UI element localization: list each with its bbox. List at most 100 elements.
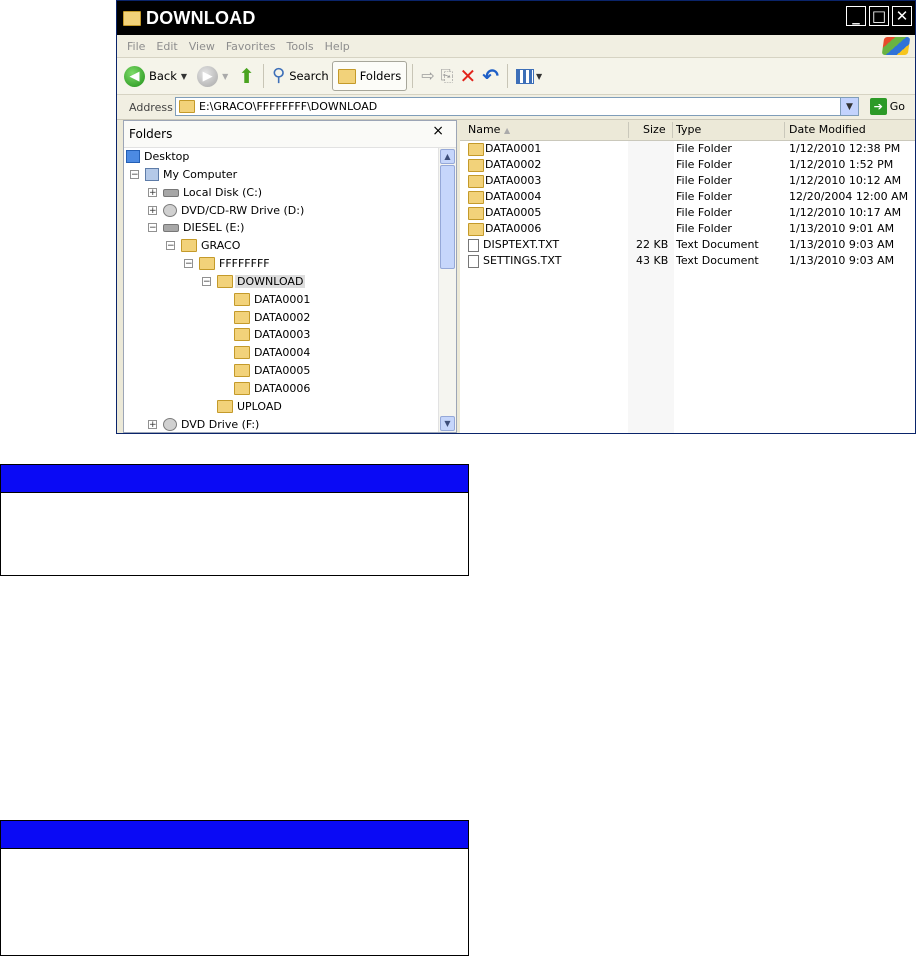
tree-item-my-computer[interactable]: − My Computer — [130, 166, 237, 183]
folder-icon — [123, 10, 141, 26]
maximize-button[interactable]: □ — [869, 6, 889, 26]
scroll-up-icon[interactable]: ▲ — [440, 149, 455, 164]
go-button[interactable]: ➔ Go — [869, 98, 905, 115]
tree-item-upload[interactable]: UPLOAD — [217, 398, 282, 415]
undo-icon: ↶ — [482, 64, 499, 88]
menu-edit[interactable]: Edit — [156, 40, 177, 53]
file-row[interactable]: DATA0004 File Folder 12/20/2004 12:00 AM — [460, 189, 915, 205]
undo-button[interactable]: ↶ — [479, 62, 502, 90]
tree-item-ffffffff[interactable]: − FFFFFFFF — [184, 255, 270, 272]
notice-box-1 — [0, 464, 469, 576]
tree-item-local-disk[interactable]: + Local Disk (C:) — [148, 184, 262, 201]
tree-item-data0004[interactable]: DATA0004 — [234, 344, 310, 361]
file-row[interactable]: SETTINGS.TXT 43 KB Text Document 1/13/20… — [460, 253, 915, 269]
tree-item-data0001[interactable]: DATA0001 — [234, 291, 310, 308]
copy-to-icon: ⎘ — [440, 66, 454, 85]
tree-item-graco[interactable]: − GRACO — [166, 237, 240, 254]
folder-icon — [468, 222, 484, 236]
search-label: Search — [289, 69, 329, 83]
folder-icon — [468, 174, 484, 188]
column-divider[interactable] — [672, 122, 673, 138]
chevron-down-icon[interactable]: ▼ — [222, 72, 228, 81]
tree-item-data0003[interactable]: DATA0003 — [234, 326, 310, 343]
tree-item-label: DVD Drive (F:) — [181, 418, 260, 431]
file-row[interactable]: DATA0005 File Folder 1/12/2010 10:17 AM — [460, 205, 915, 221]
collapse-icon[interactable]: − — [130, 170, 139, 180]
column-type[interactable]: Type — [676, 123, 701, 136]
folder-icon — [337, 68, 356, 84]
up-folder-button[interactable]: ⬆ — [235, 62, 258, 90]
column-date-modified[interactable]: Date Modified — [789, 123, 866, 136]
column-name[interactable]: Name ▲ — [468, 123, 510, 136]
expand-icon[interactable]: + — [148, 188, 157, 198]
address-field[interactable]: E:\GRACO\FFFFFFFF\DOWNLOAD ▼ — [175, 97, 859, 116]
collapse-icon[interactable]: − — [166, 241, 175, 251]
collapse-icon[interactable]: − — [202, 277, 211, 287]
file-row[interactable]: DATA0001 File Folder 1/12/2010 12:38 PM — [460, 141, 915, 157]
close-button[interactable]: ✕ — [892, 6, 912, 26]
expand-icon[interactable]: + — [148, 206, 157, 216]
tree-item-label: DATA0005 — [254, 364, 311, 377]
column-size[interactable]: Size — [643, 123, 666, 136]
close-icon[interactable]: × — [432, 123, 444, 139]
folder-icon — [179, 100, 195, 113]
tree-item-label: GRACO — [201, 239, 241, 252]
file-row[interactable]: DATA0006 File Folder 1/13/2010 9:01 AM — [460, 221, 915, 237]
folders-button[interactable]: Folders — [331, 61, 408, 91]
folders-scrollbar[interactable]: ▲ ▼ — [438, 148, 456, 432]
notice-box-2 — [0, 820, 469, 956]
expand-icon[interactable]: + — [148, 420, 157, 430]
tree-item-data0006[interactable]: DATA0006 — [234, 380, 310, 397]
go-arrow-icon: ➔ — [869, 98, 887, 115]
scroll-down-icon[interactable]: ▼ — [440, 416, 455, 431]
hard-drive-icon — [163, 188, 179, 197]
views-button[interactable]: ▼ — [513, 62, 549, 90]
tree-item-desktop[interactable]: Desktop — [126, 148, 189, 165]
folders-pane-header: Folders × — [124, 121, 456, 148]
file-list: Name ▲ Size Type Date Modified DATA0001 … — [460, 120, 915, 433]
menu-file[interactable]: File — [127, 40, 145, 53]
forward-button[interactable]: ▶ ▼ — [194, 62, 235, 90]
move-to-button[interactable]: ⇨ — [418, 62, 437, 90]
address-dropdown-chevron-down-icon[interactable]: ▼ — [840, 98, 858, 115]
text-file-icon — [468, 254, 479, 268]
file-row[interactable]: DATA0002 File Folder 1/12/2010 1:52 PM — [460, 157, 915, 173]
column-divider[interactable] — [628, 122, 629, 138]
dvd-drive-icon — [163, 418, 177, 431]
tree-item-label: UPLOAD — [237, 400, 282, 413]
tree-item-label: DATA0001 — [254, 293, 311, 306]
cd-drive-icon — [163, 204, 177, 217]
tree-item-label: DOWNLOAD — [235, 275, 306, 288]
notice-body — [1, 849, 468, 931]
menu-tools[interactable]: Tools — [287, 40, 314, 53]
title-bar[interactable]: DOWNLOAD _ □ ✕ — [117, 1, 915, 35]
collapse-icon[interactable]: − — [148, 223, 157, 233]
chevron-down-icon[interactable]: ▼ — [181, 72, 187, 81]
column-divider[interactable] — [784, 122, 785, 138]
tree-item-label: Local Disk (C:) — [183, 186, 263, 199]
folder-icon — [234, 382, 250, 395]
menu-favorites[interactable]: Favorites — [226, 40, 276, 53]
folder-icon — [468, 142, 484, 156]
tree-item-dvd-drive[interactable]: + DVD Drive (F:) — [148, 416, 260, 432]
file-row[interactable]: DATA0003 File Folder 1/12/2010 10:12 AM — [460, 173, 915, 189]
tree-item-diesel[interactable]: − DIESEL (E:) — [148, 219, 244, 236]
file-row[interactable]: DISPTEXT.TXT 22 KB Text Document 1/13/20… — [460, 237, 915, 253]
menu-view[interactable]: View — [189, 40, 215, 53]
tree-item-label: FFFFFFFF — [219, 257, 270, 270]
delete-button[interactable]: ✕ — [456, 62, 479, 90]
chevron-down-icon[interactable]: ▼ — [536, 72, 542, 81]
back-button[interactable]: ◀ Back ▼ — [121, 62, 194, 90]
scrollbar-thumb[interactable] — [440, 165, 455, 269]
collapse-icon[interactable]: − — [184, 259, 193, 269]
folder-icon — [199, 257, 215, 270]
tree-item-data0002[interactable]: DATA0002 — [234, 309, 310, 326]
copy-to-button[interactable]: ⎘ — [438, 62, 457, 90]
search-button[interactable]: ⚲ Search — [269, 62, 332, 90]
tree-item-download[interactable]: − DOWNLOAD — [202, 273, 306, 290]
tree-item-label: DATA0003 — [254, 328, 311, 341]
tree-item-data0005[interactable]: DATA0005 — [234, 362, 310, 379]
minimize-button[interactable]: _ — [846, 6, 866, 26]
menu-help[interactable]: Help — [325, 40, 350, 53]
tree-item-dvd-cd-rw-drive[interactable]: + DVD/CD-RW Drive (D:) — [148, 202, 304, 219]
